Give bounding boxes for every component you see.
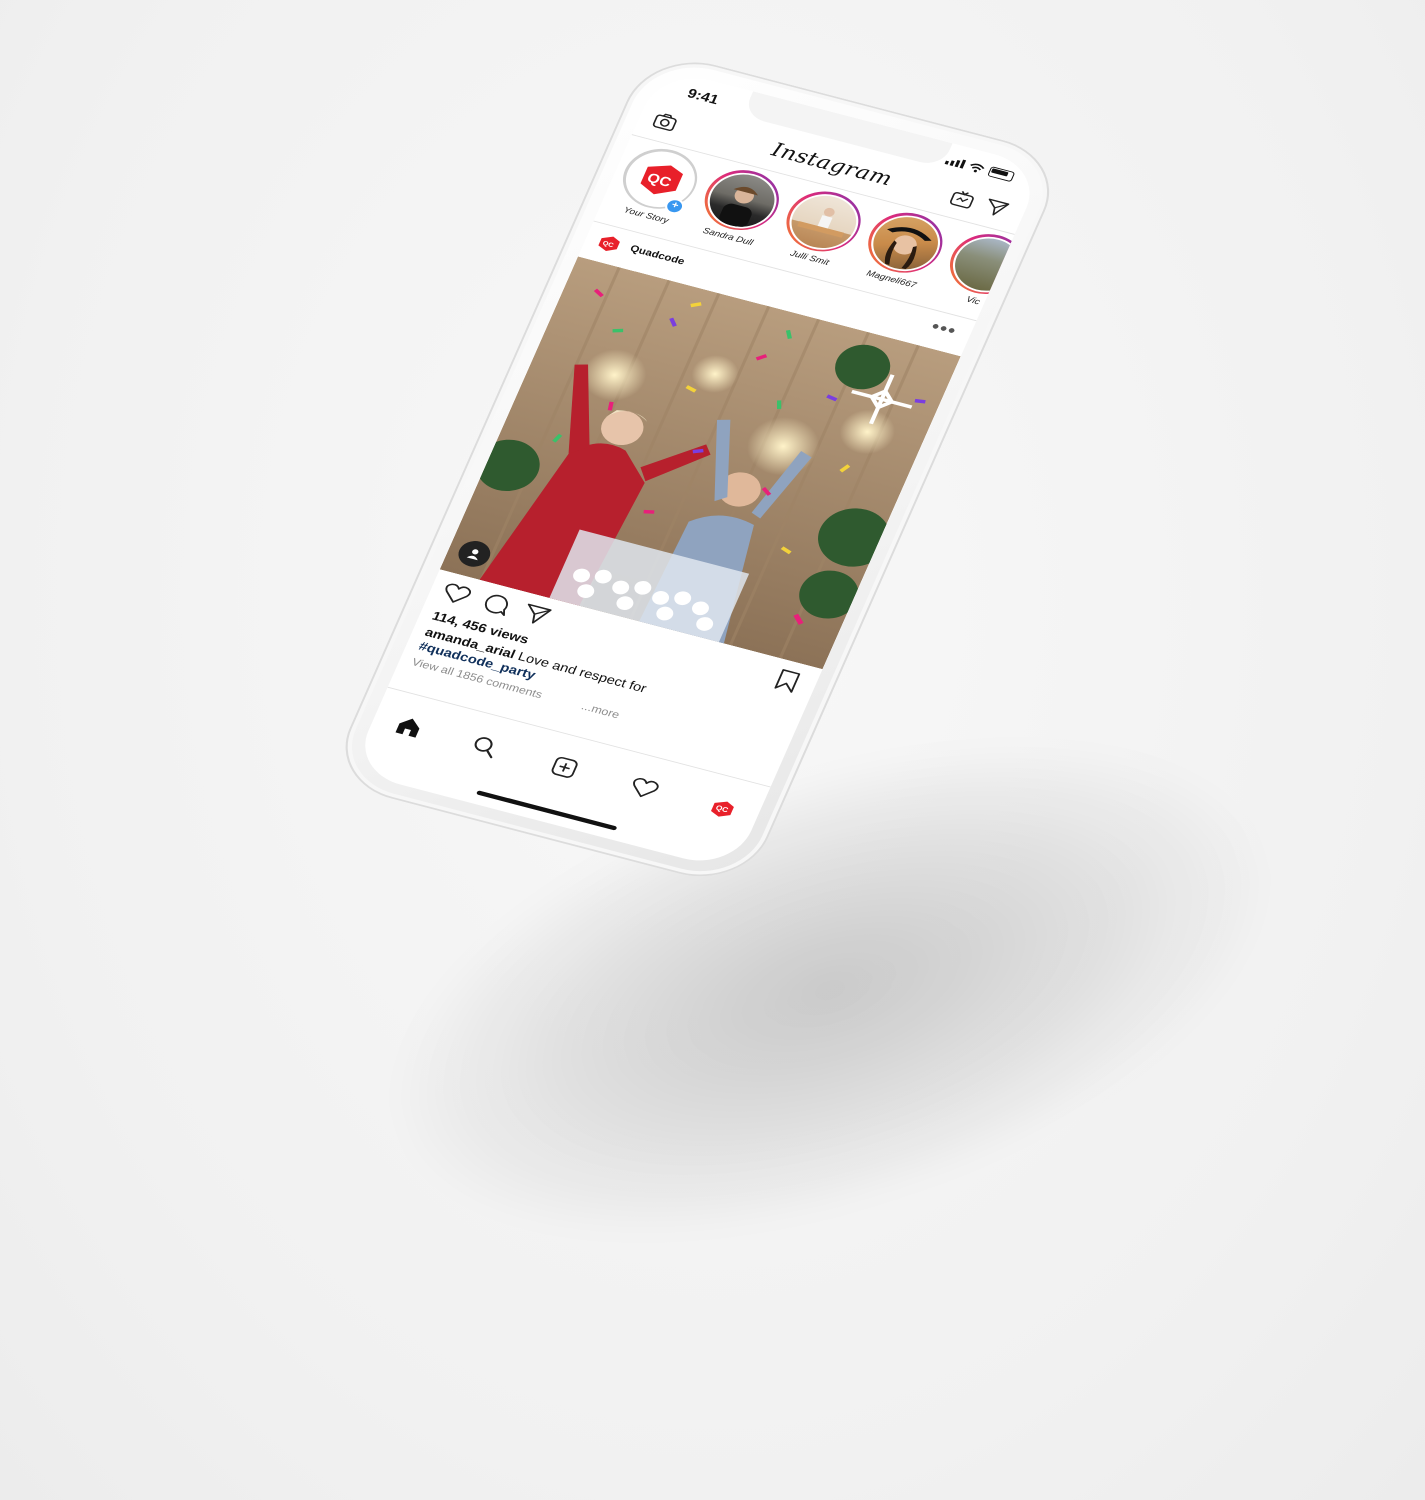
share-icon[interactable] (517, 601, 553, 631)
canvas: 9:41 Instagram QC + Your Story Sandra Du… (0, 0, 1425, 1500)
post-avatar[interactable]: QC (594, 232, 624, 256)
activity-icon[interactable] (625, 774, 662, 806)
profile-icon[interactable]: QC (703, 794, 740, 826)
search-icon[interactable] (465, 733, 502, 765)
bookmark-icon[interactable] (770, 668, 803, 699)
story-avatar (782, 188, 865, 255)
more-options-icon[interactable]: ••• (928, 317, 960, 342)
brand-logo-avatar: QC (618, 145, 702, 212)
status-time: 9:41 (684, 85, 721, 108)
status-icons (944, 155, 1016, 183)
battery-icon (987, 166, 1016, 183)
wifi-icon (970, 163, 985, 172)
like-icon[interactable] (438, 581, 474, 611)
story-avatar (863, 209, 947, 276)
new-post-icon[interactable] (545, 753, 582, 785)
comment-icon[interactable] (478, 591, 514, 621)
signal-icon (944, 156, 967, 169)
story-avatar (700, 167, 784, 233)
post-username[interactable]: Quadcode (628, 243, 686, 267)
home-icon[interactable] (390, 713, 427, 745)
